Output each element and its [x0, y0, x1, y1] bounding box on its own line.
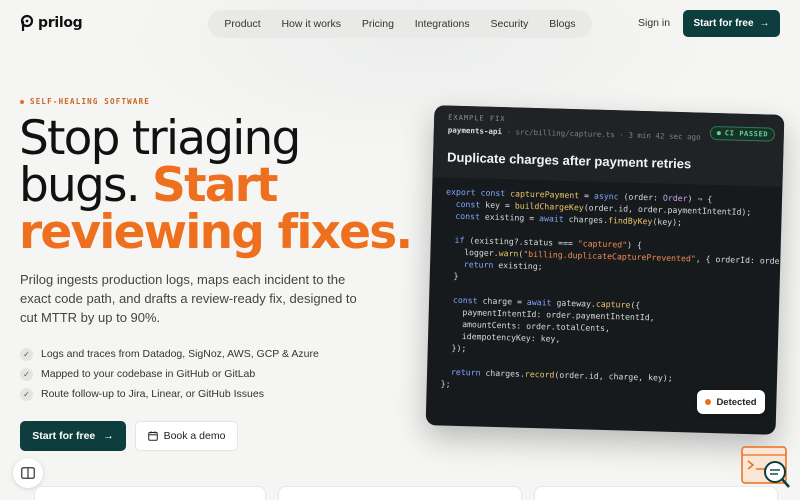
- checklist-item-text: Route follow-up to Jira, Linear, or GitH…: [41, 388, 264, 400]
- detected-text: Detected: [716, 396, 757, 408]
- example-fix-label: EXAMPLE FIX: [448, 113, 506, 124]
- sign-in-link[interactable]: Sign in: [638, 17, 670, 29]
- top-navigation: prilog Product How it works Pricing Inte…: [0, 0, 800, 48]
- nav-item-integrations[interactable]: Integrations: [415, 18, 470, 30]
- arrow-right-icon: →: [103, 430, 114, 442]
- checklist-item-text: Mapped to your codebase in GitHub or Git…: [41, 368, 256, 380]
- detected-status-chip: Detected: [697, 390, 765, 414]
- eyebrow: SELF-HEALING SOFTWARE: [20, 97, 150, 106]
- log-search-icon[interactable]: [741, 446, 791, 490]
- check-icon: ✓: [20, 387, 33, 401]
- meta-separator: ·: [619, 130, 629, 140]
- meta-separator: ·: [506, 127, 516, 137]
- checklist-item: ✓ Mapped to your codebase in GitHub or G…: [20, 364, 319, 384]
- brand-name: prilog: [38, 15, 83, 31]
- checklist-item: ✓ Route follow-up to Jira, Linear, or Gi…: [20, 384, 319, 404]
- nav-menu: Product How it works Pricing Integration…: [208, 10, 592, 38]
- hero-headline: Stop triaging bugs. Start reviewing fixe…: [19, 111, 413, 260]
- calendar-icon: [147, 431, 158, 441]
- nav-item-product[interactable]: Product: [224, 18, 260, 30]
- logo[interactable]: prilog: [20, 14, 83, 32]
- logo-mark-icon: [20, 14, 34, 31]
- hero-description: Prilog ingests production logs, maps eac…: [20, 272, 357, 325]
- start-free-label: Start for free: [32, 430, 96, 442]
- ci-status-text: CI PASSED: [724, 129, 769, 139]
- checklist-item: ✓ Logs and traces from Datadog, SigNoz, …: [20, 344, 319, 364]
- checklist-item-text: Logs and traces from Datadog, SigNoz, AW…: [41, 348, 319, 360]
- feature-card: [34, 486, 266, 500]
- start-free-button[interactable]: Start for free →: [20, 421, 126, 451]
- feature-card: [278, 486, 522, 500]
- nav-item-blogs[interactable]: Blogs: [549, 18, 575, 30]
- columns-icon: [21, 467, 35, 479]
- book-demo-button[interactable]: Book a demo: [135, 421, 238, 451]
- eyebrow-dot-icon: [20, 99, 24, 104]
- sidebar-toggle-button[interactable]: [13, 458, 43, 488]
- start-free-nav-label: Start for free: [693, 18, 754, 29]
- feature-cards-peek: [0, 486, 800, 500]
- nav-item-security[interactable]: Security: [490, 18, 528, 30]
- arrow-right-icon: →: [759, 18, 770, 29]
- detected-dot-icon: [705, 399, 712, 405]
- check-icon: ✓: [20, 367, 33, 381]
- headline-line-2: bugs. Start: [19, 162, 411, 209]
- nav-item-how-it-works[interactable]: How it works: [281, 18, 341, 30]
- start-free-nav-button[interactable]: Start for free →: [683, 10, 780, 37]
- check-icon: ✓: [20, 347, 33, 361]
- repo-name: payments-api: [447, 125, 503, 137]
- eyebrow-text: SELF-HEALING SOFTWARE: [30, 97, 151, 106]
- headline-line-1: Stop triaging: [19, 111, 301, 166]
- book-demo-label: Book a demo: [163, 430, 226, 442]
- nav-item-pricing[interactable]: Pricing: [362, 18, 394, 30]
- headline-accent-line-3: reviewing fixes.: [19, 205, 413, 260]
- ci-status-badge: CI PASSED: [709, 125, 776, 142]
- example-fix-card: EXAMPLE FIX payments-api · src/billing/c…: [425, 105, 785, 435]
- feature-checklist: ✓ Logs and traces from Datadog, SigNoz, …: [20, 344, 319, 404]
- ci-status-dot-icon: [716, 131, 721, 136]
- code-snippet: export const capturePayment = async (ord…: [440, 186, 785, 389]
